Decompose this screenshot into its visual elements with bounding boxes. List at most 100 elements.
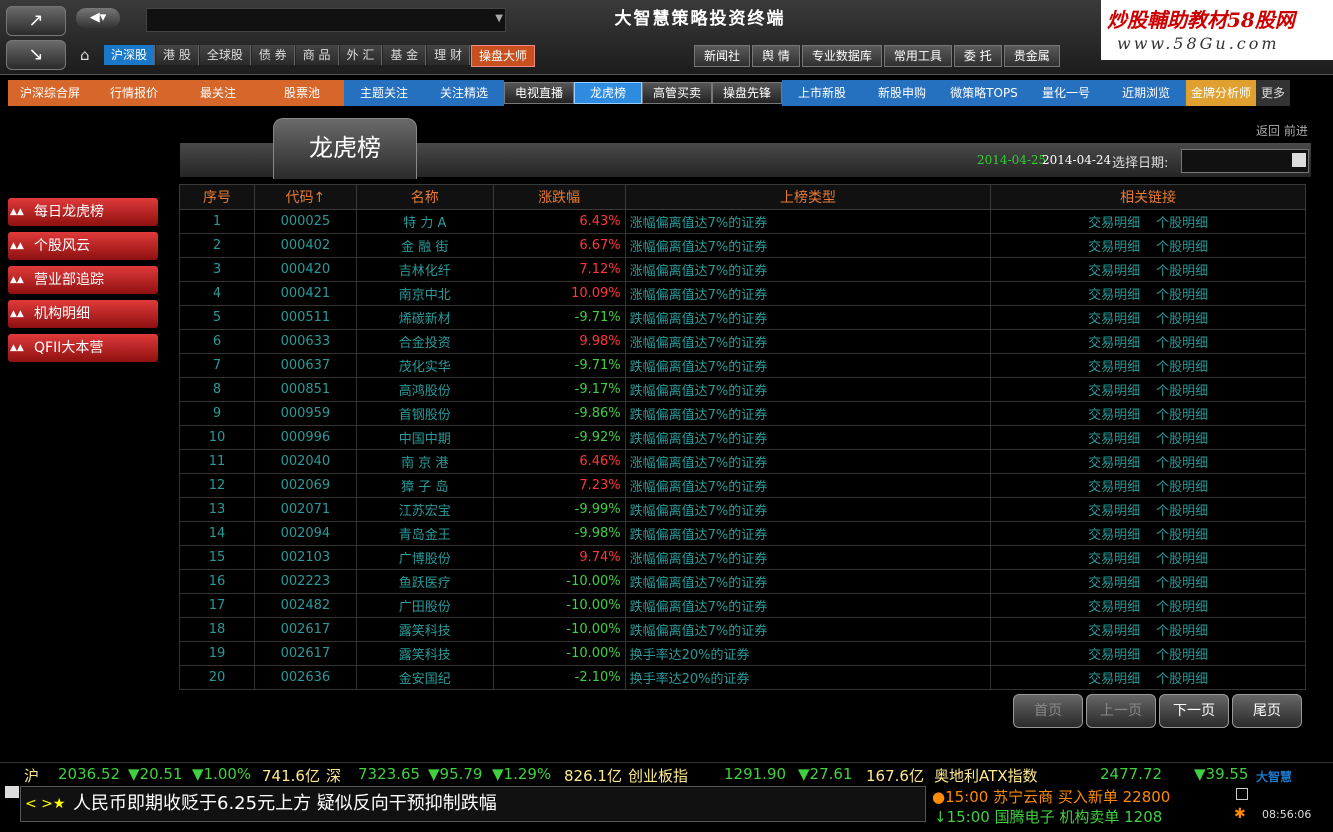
row-code[interactable]: 000996 <box>253 425 357 450</box>
first-page-button[interactable]: 首页 <box>1013 694 1083 728</box>
row-code[interactable]: 002040 <box>253 449 357 474</box>
row-name[interactable]: 南京中北 <box>355 281 494 306</box>
trade-detail-link[interactable]: 交易明细 <box>1088 504 1140 519</box>
nav2-tab-12[interactable]: 微策略TOPS <box>942 80 1026 106</box>
stock-detail-link[interactable]: 个股明细 <box>1156 312 1208 327</box>
row-name[interactable]: 首钢股份 <box>355 401 494 426</box>
stock-detail-link[interactable]: 个股明细 <box>1156 456 1208 471</box>
tool-tab-2[interactable]: 专业数据库 <box>801 45 882 67</box>
nav2-tab-1[interactable]: 行情报价 <box>92 80 176 106</box>
row-code[interactable]: 002069 <box>253 473 357 498</box>
trade-detail-link[interactable]: 交易明细 <box>1088 312 1140 327</box>
sidebar-item-daily[interactable]: ▲▲ 每日龙虎榜 <box>8 198 158 226</box>
back-arrow-icon[interactable]: ◀▾ <box>76 8 120 28</box>
tab-market-0[interactable]: 沪深股 <box>104 45 156 65</box>
stock-detail-link[interactable]: 个股明细 <box>1156 672 1208 687</box>
table-row[interactable]: 17 002482 广田股份 -10.00% 跌幅偏离值达7%的证券 交易明细 个股明细 <box>179 593 1306 618</box>
row-name[interactable]: 露笑科技 <box>355 617 494 642</box>
sidebar-item-qfii[interactable]: ▲▲ QFII大本营 <box>8 334 158 362</box>
row-code[interactable]: 000421 <box>253 281 357 306</box>
restore-icon[interactable] <box>1236 788 1248 800</box>
calendar-icon[interactable] <box>1292 153 1306 167</box>
row-code[interactable]: 002636 <box>253 665 357 690</box>
trade-detail-link[interactable]: 交易明细 <box>1088 360 1140 375</box>
trade-detail-link[interactable]: 交易明细 <box>1088 648 1140 663</box>
stock-detail-link[interactable]: 个股明细 <box>1156 528 1208 543</box>
date-link-previous[interactable]: 2014-04-24 <box>1042 153 1111 167</box>
nav2-tab-11[interactable]: 新股申购 <box>862 80 942 106</box>
row-code[interactable]: 000511 <box>253 305 357 330</box>
back-forward-links[interactable]: 返回 前进 <box>1256 122 1308 139</box>
trade-detail-link[interactable]: 交易明细 <box>1088 408 1140 423</box>
trade-detail-link[interactable]: 交易明细 <box>1088 456 1140 471</box>
row-name[interactable]: 茂化实华 <box>355 353 494 378</box>
nav2-tab-16[interactable]: 更多 <box>1256 80 1290 106</box>
tab-market-7[interactable]: 理 财 <box>427 45 470 65</box>
prev-page-button[interactable]: 上一页 <box>1086 694 1156 728</box>
row-name[interactable]: 烯碳新材 <box>355 305 494 330</box>
tab-market-6[interactable]: 基 金 <box>383 45 427 65</box>
trade-detail-link[interactable]: 交易明细 <box>1088 264 1140 279</box>
nav2-tab-14[interactable]: 近期浏览 <box>1106 80 1186 106</box>
row-name[interactable]: 鱼跃医疗 <box>355 569 494 594</box>
index-ticker[interactable]: 沪 2036.52 ▼20.51 ▼1.00% 741.6亿 深 7323.65… <box>0 762 1333 785</box>
nav2-tab-2[interactable]: 最关注 <box>176 80 260 106</box>
nav2-tab-3[interactable]: 股票池 <box>260 80 344 106</box>
col-header-change[interactable]: 涨跌幅 <box>492 184 626 210</box>
row-code[interactable]: 002223 <box>253 569 357 594</box>
trade-detail-link[interactable]: 交易明细 <box>1088 552 1140 567</box>
row-name[interactable]: 特 力 A <box>355 209 494 234</box>
row-name[interactable]: 南 京 港 <box>355 449 494 474</box>
trade-alerts[interactable]: ●15:00 苏宁云商 买入新单 22800 ↓15:00 国腾电子 机构卖单 … <box>930 786 1230 830</box>
tool-tab-5[interactable]: 贵金属 <box>1003 45 1060 67</box>
logo-upper-icon[interactable]: ↗ <box>6 6 66 36</box>
nav2-tab-4[interactable]: 主题关注 <box>344 80 424 106</box>
tab-market-3[interactable]: 债 券 <box>251 45 295 65</box>
row-code[interactable]: 000025 <box>253 209 357 234</box>
row-name[interactable]: 金安国纪 <box>355 665 494 690</box>
address-input[interactable]: ▼ <box>146 8 506 32</box>
stock-detail-link[interactable]: 个股明细 <box>1156 384 1208 399</box>
sidebar-item-branch[interactable]: ▲▲ 营业部追踪 <box>8 266 158 294</box>
row-name[interactable]: 广田股份 <box>355 593 494 618</box>
nav2-tab-8[interactable]: 高管买卖 <box>642 82 712 104</box>
nav2-tab-13[interactable]: 量化一号 <box>1026 80 1106 106</box>
tab-market-1[interactable]: 港 股 <box>156 45 199 65</box>
table-row[interactable]: 20 002636 金安国纪 -2.10% 换手率达20%的证券 交易明细 个股明细 <box>179 665 1306 690</box>
table-row[interactable]: 16 002223 鱼跃医疗 -10.00% 跌幅偏离值达7%的证券 交易明细 个股明细 <box>179 569 1306 594</box>
table-row[interactable]: 4 000421 南京中北 10.09% 涨幅偏离值达7%的证券 交易明细 个股明细 <box>179 281 1306 306</box>
stock-detail-link[interactable]: 个股明细 <box>1156 240 1208 255</box>
tab-market-4[interactable]: 商 品 <box>295 45 339 65</box>
table-row[interactable]: 19 002617 露笑科技 -10.00% 换手率达20%的证券 交易明细 个股明细 <box>179 641 1306 666</box>
table-row[interactable]: 13 002071 江苏宏宝 -9.99% 跌幅偏离值达7%的证券 交易明细 个股明细 <box>179 497 1306 522</box>
trade-detail-link[interactable]: 交易明细 <box>1088 600 1140 615</box>
last-page-button[interactable]: 尾页 <box>1232 694 1302 728</box>
table-row[interactable]: 18 002617 露笑科技 -10.00% 跌幅偏离值达7%的证券 交易明细 个股明细 <box>179 617 1306 642</box>
row-code[interactable]: 000959 <box>253 401 357 426</box>
alert-line-2[interactable]: ↓15:00 国腾电子 机构卖单 1208 <box>934 806 1162 827</box>
nav2-tab-7[interactable]: 龙虎榜 <box>574 82 642 104</box>
row-code[interactable]: 002071 <box>253 497 357 522</box>
row-name[interactable]: 獐 子 岛 <box>355 473 494 498</box>
stock-detail-link[interactable]: 个股明细 <box>1156 648 1208 663</box>
nav2-tab-0[interactable]: 沪深综合屏 <box>8 80 92 106</box>
row-name[interactable]: 合金投资 <box>355 329 494 354</box>
row-name[interactable]: 露笑科技 <box>355 641 494 666</box>
table-row[interactable]: 15 002103 广博股份 9.74% 涨幅偏离值达7%的证券 交易明细 个股明细 <box>179 545 1306 570</box>
col-header-index[interactable]: 序号 <box>179 184 255 210</box>
trade-detail-link[interactable]: 交易明细 <box>1088 216 1140 231</box>
stock-detail-link[interactable]: 个股明细 <box>1156 264 1208 279</box>
next-page-button[interactable]: 下一页 <box>1159 694 1229 728</box>
stock-detail-link[interactable]: 个股明细 <box>1156 504 1208 519</box>
trade-detail-link[interactable]: 交易明细 <box>1088 432 1140 447</box>
nav2-tab-15[interactable]: 金牌分析师 <box>1186 80 1256 106</box>
trade-detail-link[interactable]: 交易明细 <box>1088 672 1140 687</box>
stock-detail-link[interactable]: 个股明细 <box>1156 624 1208 639</box>
tool-tab-0[interactable]: 新闻社 <box>694 45 751 67</box>
table-row[interactable]: 6 000633 合金投资 9.98% 涨幅偏离值达7%的证券 交易明细 个股明细 <box>179 329 1306 354</box>
tab-market-5[interactable]: 外 汇 <box>339 45 383 65</box>
trade-detail-link[interactable]: 交易明细 <box>1088 480 1140 495</box>
trade-detail-link[interactable]: 交易明细 <box>1088 384 1140 399</box>
trade-detail-link[interactable]: 交易明细 <box>1088 336 1140 351</box>
tool-tab-1[interactable]: 舆 情 <box>752 45 800 67</box>
